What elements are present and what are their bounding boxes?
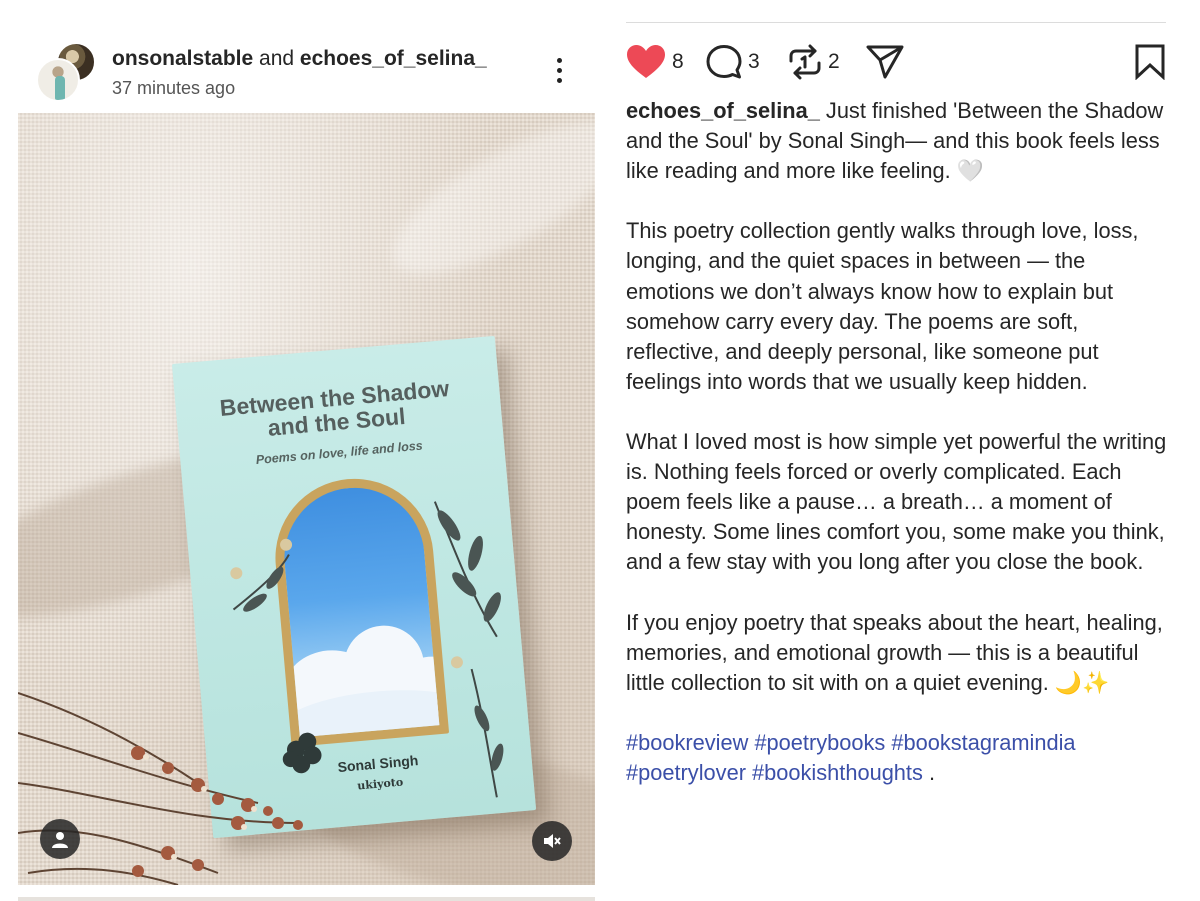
save-button[interactable] (1134, 40, 1166, 84)
author-primary-link[interactable]: onsonalstable (112, 47, 253, 70)
post-caption: echoes_of_selina_ Just finished 'Between… (626, 96, 1174, 788)
hashtag-link[interactable]: #bookreview (626, 730, 748, 755)
user-icon[interactable] (40, 819, 80, 859)
repost-count[interactable]: 2 (828, 50, 840, 74)
avatar-primary[interactable] (36, 58, 80, 102)
next-post-edge (18, 897, 595, 901)
post-timestamp: 37 minutes ago (112, 78, 236, 98)
comment-button[interactable]: 3 (706, 40, 760, 84)
hashtag-link[interactable]: #bookstagramindia (891, 730, 1075, 755)
caption-paragraph: This poetry collection gently walks thro… (626, 218, 1139, 394)
bookmark-icon[interactable] (1134, 44, 1166, 80)
share-button[interactable] (866, 40, 904, 84)
repost-button[interactable]: 2 (788, 40, 840, 84)
author-collab-link[interactable]: echoes_of_selina_ (300, 47, 487, 70)
post-authors: onsonalstable and echoes_of_selina_ (112, 46, 487, 72)
caption-trailing: . (922, 760, 936, 786)
instagram-post-view: onsonalstable and echoes_of_selina_ 37 m… (0, 0, 1200, 901)
caption-paragraph: echoes_of_selina_ Just finished 'Between… (626, 96, 1174, 186)
like-count[interactable]: 8 (672, 50, 684, 74)
send-icon[interactable] (866, 44, 904, 80)
comment-bubble-icon[interactable] (706, 44, 742, 80)
caption-hashtags: #bookreview #poetrybooks #bookstagramind… (626, 728, 1174, 788)
caption-paragraph: If you enjoy poetry that speaks about th… (626, 609, 1163, 695)
divider (626, 22, 1166, 23)
hashtag-link[interactable]: #poetrylover (626, 760, 746, 785)
hashtag-link[interactable]: #poetrybooks (754, 730, 885, 755)
post-actions-bar: 8 3 2 (626, 40, 1166, 84)
more-vertical-icon[interactable] (552, 58, 566, 88)
like-button[interactable]: 8 (626, 40, 684, 84)
heart-filled-icon[interactable] (626, 44, 666, 80)
author-joiner: and (253, 47, 300, 70)
caption-username[interactable]: echoes_of_selina_ (626, 98, 820, 123)
hashtag-link[interactable]: #bookishthoughts (752, 760, 923, 785)
comment-count[interactable]: 3 (748, 50, 760, 74)
post-image[interactable]: Between the Shadow and the Soul Poems on… (18, 113, 595, 885)
speaker-muted-icon[interactable] (532, 821, 572, 861)
caption-paragraph: What I loved most is how simple yet powe… (626, 429, 1167, 575)
collab-avatars[interactable] (36, 40, 98, 102)
repost-icon[interactable] (788, 44, 822, 80)
post-header: onsonalstable and echoes_of_selina_ 37 m… (36, 40, 596, 106)
